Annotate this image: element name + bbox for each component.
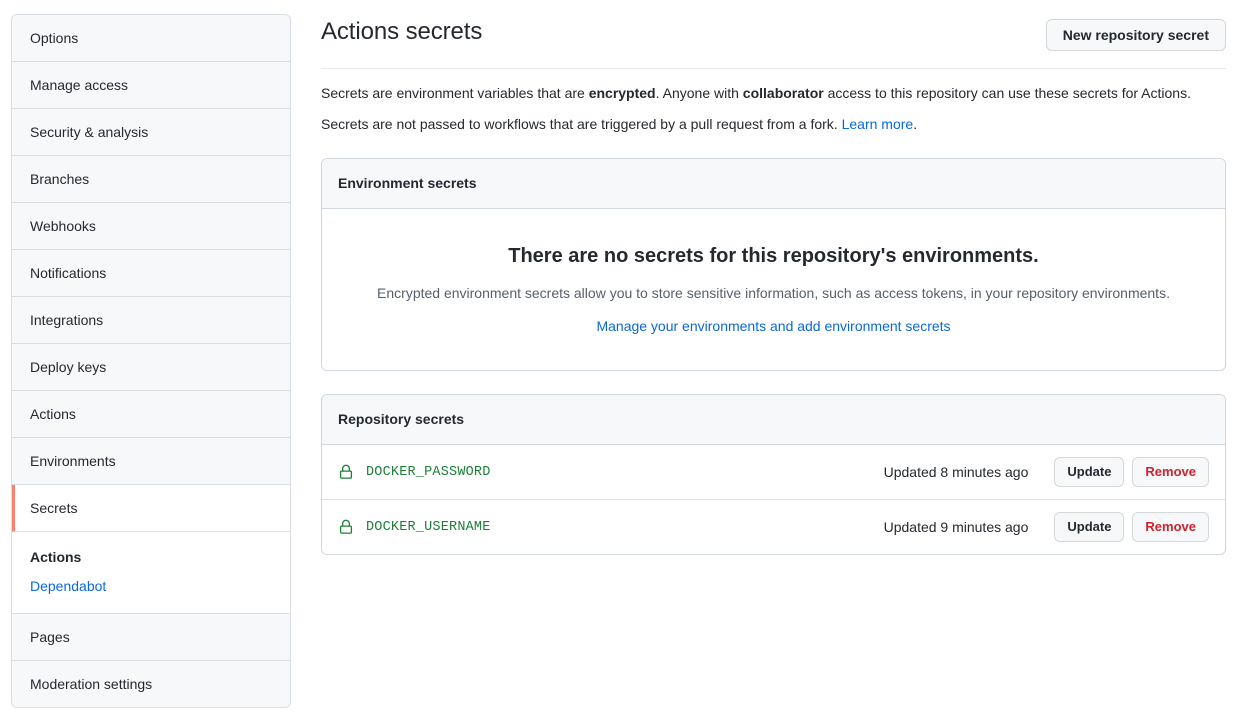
sidebar-item-label: Notifications (30, 265, 107, 281)
sidebar-item-label: Manage access (30, 77, 129, 93)
sidebar-item-deploy-keys[interactable]: Deploy keys (12, 344, 290, 391)
sidebar-item-pages[interactable]: Pages (12, 614, 290, 661)
sidebar-item-label: Deploy keys (30, 359, 107, 375)
desc-text-4: Secrets are not passed to workflows that… (321, 116, 842, 132)
sidebar-item-integrations[interactable]: Integrations (12, 297, 290, 344)
sidebar-item-options[interactable]: Options (12, 15, 290, 62)
remove-secret-button[interactable]: Remove (1132, 457, 1209, 487)
update-secret-button[interactable]: Update (1054, 512, 1125, 542)
update-secret-button[interactable]: Update (1054, 457, 1125, 487)
secrets-description-line-1: Secrets are environment variables that a… (321, 69, 1226, 104)
lock-icon (339, 464, 353, 479)
repository-secrets-list: DOCKER_PASSWORD Updated 8 minutes ago Upda… (322, 445, 1225, 554)
desc-text-5: . (913, 116, 918, 132)
main-content: Actions secrets New repository secret Se… (321, 0, 1226, 555)
sidebar-item-security-analysis[interactable]: Security & analysis (12, 109, 290, 156)
environment-secrets-box: Environment secrets There are no secrets… (321, 158, 1226, 371)
sidebar-subitem-dependabot[interactable]: Dependabot (30, 575, 274, 597)
sidebar-secrets-subsection: Actions Dependabot (12, 532, 290, 614)
desc-text-1: Secrets are environment variables that a… (321, 85, 589, 101)
sidebar-item-label: Actions (30, 406, 76, 422)
lock-icon (339, 519, 353, 534)
repository-secrets-header: Repository secrets (322, 395, 1225, 445)
sidebar-item-label: Options (30, 30, 79, 46)
sidebar-item-actions[interactable]: Actions (12, 391, 290, 438)
settings-sidebar: Options Manage access Security & analysis B… (11, 14, 291, 708)
sidebar-item-label: Environments (30, 453, 116, 469)
repository-secrets-box: Repository secrets DOCKER_PASSWORD Update… (321, 394, 1226, 555)
sidebar-item-label: Security & analysis (30, 124, 149, 140)
desc-text-3: access to this repository can use these … (823, 85, 1191, 101)
blankslate-title: There are no secrets for this repository… (508, 245, 1039, 267)
desc-text-2: . Anyone with (655, 85, 743, 101)
environment-secrets-blankslate: There are no secrets for this repository… (322, 209, 1225, 370)
sidebar-item-secrets[interactable]: Secrets (12, 485, 290, 532)
sidebar-item-notifications[interactable]: Notifications (12, 250, 290, 297)
sidebar-item-manage-access[interactable]: Manage access (12, 62, 290, 109)
sidebar-subitem-actions[interactable]: Actions (30, 546, 274, 568)
secret-name[interactable]: DOCKER_USERNAME (366, 520, 884, 535)
page-header: Actions secrets New repository secret (321, 0, 1226, 69)
table-row: DOCKER_USERNAME Updated 9 minutes ago Upda… (322, 500, 1225, 554)
sidebar-item-label: Secrets (30, 500, 78, 516)
sidebar-item-label: Integrations (30, 312, 104, 328)
remove-secret-button[interactable]: Remove (1132, 512, 1209, 542)
sidebar-item-label: Webhooks (30, 218, 96, 234)
sidebar-item-webhooks[interactable]: Webhooks (12, 203, 290, 250)
environment-secrets-header: Environment secrets (322, 159, 1225, 209)
secret-updated-time: Updated 8 minutes ago (883, 463, 1029, 480)
blankslate-description: Encrypted environment secrets allow you … (377, 285, 1170, 301)
new-repository-secret-button[interactable]: New repository secret (1045, 19, 1226, 51)
learn-more-link[interactable]: Learn more (842, 116, 914, 132)
sidebar-item-moderation-settings[interactable]: Moderation settings (12, 661, 290, 707)
sidebar-item-label: Moderation settings (30, 676, 153, 692)
desc-bold-encrypted: encrypted (588, 85, 656, 101)
secrets-description-line-2: Secrets are not passed to workflows that… (321, 104, 1226, 135)
table-row: DOCKER_PASSWORD Updated 8 minutes ago Upda… (322, 445, 1225, 500)
sidebar-item-label: Branches (30, 171, 90, 187)
sidebar-item-environments[interactable]: Environments (12, 438, 290, 485)
manage-environments-link[interactable]: Manage your environments and add environ… (596, 318, 950, 334)
sidebar-item-branches[interactable]: Branches (12, 156, 290, 203)
sidebar-item-label: Pages (30, 629, 70, 645)
settings-page: Options Manage access Security & analysis B… (0, 0, 1238, 722)
secret-name[interactable]: DOCKER_PASSWORD (366, 465, 884, 480)
desc-bold-collaborator: collaborator (742, 85, 824, 101)
secret-updated-time: Updated 9 minutes ago (883, 518, 1029, 535)
